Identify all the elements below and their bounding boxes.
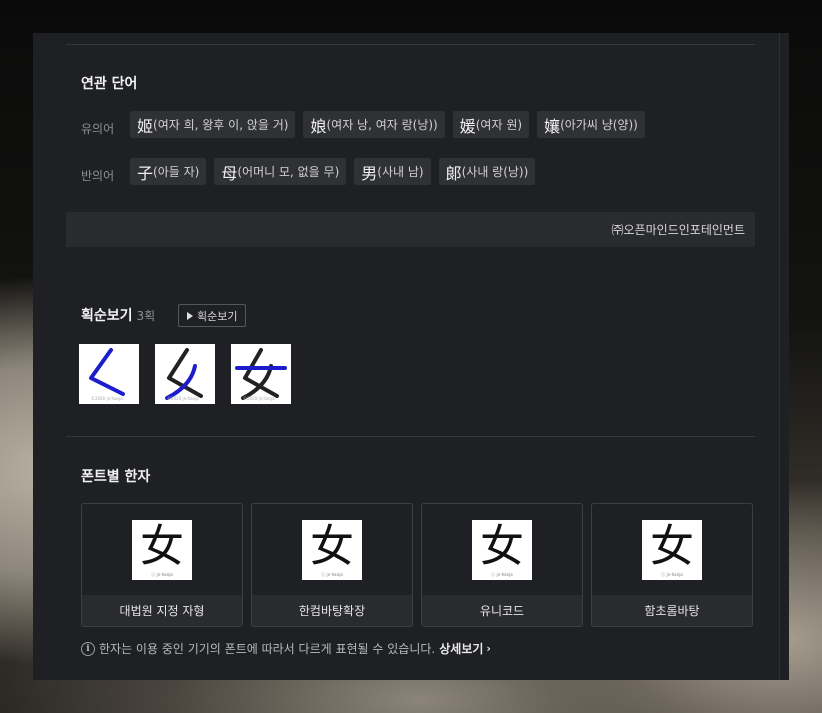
copyright-bar: ㈜오픈마인드인포테인먼트 [66,212,755,247]
antonyms-label: 반의어 [81,169,115,183]
font-card[interactable]: 女 ⓒ jn-hanja 함초롬바탕 [591,503,753,627]
divider [66,436,755,437]
synonym-chip[interactable]: 媛 (여자 원) [452,111,530,138]
synonym-chip[interactable]: 孃 (아가씨 냥(양)) [537,111,645,138]
synonyms-label: 유의어 [81,122,115,136]
font-card[interactable]: 女 ⓒ jn-hanja 유니코드 [421,503,583,627]
play-icon [187,311,193,320]
hanja-detail-panel: 연관 단어 유의어 姬 (여자 희, 왕후 이, 앉을 거) 娘 (여자 낭, 여자… [33,33,789,680]
stroke-step-2: ©2020 jn-hanja [155,344,215,404]
font-card-label: 함초롬바탕 [592,595,752,626]
font-glyph-image: 女 ⓒ jn-hanja [472,520,532,580]
stroke-watermark: ©2020 jn-hanja [243,396,275,401]
stroke-order-title: 획순보기 3획 [81,308,156,324]
font-hanja-title: 폰트별 한자 [81,469,151,485]
font-card-label: 대법원 지정 자형 [82,595,242,626]
font-notice-text: 한자는 이용 중인 기기의 폰트에 따라서 다르게 표현될 수 있습니다. [99,642,436,656]
font-card-label: 유니코드 [422,595,582,626]
antonym-chip[interactable]: 郞 (사내 랑(낭)) [438,158,536,185]
stroke-count: 3획 [136,309,156,323]
copyright-text: ㈜오픈마인드인포테인먼트 [611,223,745,237]
divider [66,44,755,45]
synonym-list: 姬 (여자 희, 왕후 이, 앉을 거) 娘 (여자 낭, 여자 랑(낭)) 媛 (여… [130,111,645,138]
synonym-chip[interactable]: 娘 (여자 낭, 여자 랑(낭)) [303,111,445,138]
stroke-step-1: ©2020 jn-hanja [79,344,139,404]
more-details-link[interactable]: 상세보기 › [439,640,491,657]
info-icon: i [81,641,95,656]
stroke-step-3: ©2020 jn-hanja [231,344,291,404]
stroke-watermark: ©2020 jn-hanja [167,396,199,401]
font-glyph-image: 女 ⓒ jn-hanja [132,520,192,580]
stroke-order-play-button[interactable]: 획순보기 [178,304,247,327]
panel-divider [779,33,780,680]
font-glyph-image: 女 ⓒ jn-hanja [302,520,362,580]
font-card[interactable]: 女 ⓒ jn-hanja 한컴바탕확장 [251,503,413,627]
synonym-chip[interactable]: 姬 (여자 희, 왕후 이, 앉을 거) [130,111,296,138]
antonym-chip[interactable]: 子 (아들 자) [130,158,207,185]
font-glyph-image: 女 ⓒ jn-hanja [642,520,702,580]
font-card-label: 한컴바탕확장 [252,595,412,626]
antonym-list: 子 (아들 자) 母 (어머니 모, 없을 무) 男 (사내 남) 郞 (사내 랑(낭)… [130,158,536,185]
related-words-title: 연관 단어 [81,76,138,92]
font-notice: i 한자는 이용 중인 기기의 폰트에 따라서 다르게 표현될 수 있습니다. … [81,640,491,657]
antonym-chip[interactable]: 男 (사내 남) [354,158,431,185]
antonym-chip[interactable]: 母 (어머니 모, 없을 무) [214,158,347,185]
chevron-right-icon: › [486,642,491,655]
font-card-list: 女 ⓒ jn-hanja 대법원 지정 자형 女 ⓒ jn-hanja 한컴바탕… [81,503,753,627]
font-card[interactable]: 女 ⓒ jn-hanja 대법원 지정 자형 [81,503,243,627]
stroke-watermark: ©2020 jn-hanja [91,396,123,401]
